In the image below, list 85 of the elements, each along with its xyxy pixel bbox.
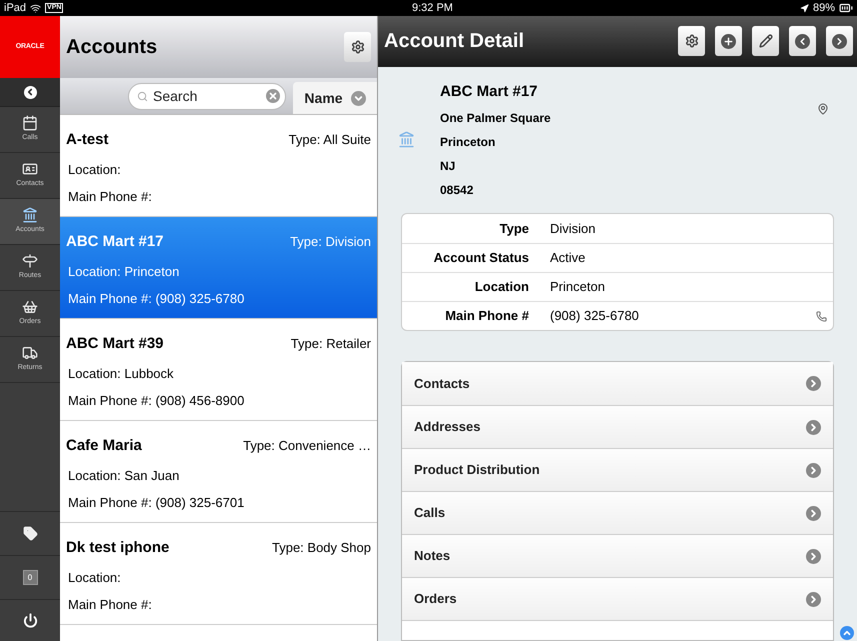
account-phone: Main Phone #: — [67, 188, 153, 206]
account-location: Location: — [67, 568, 122, 586]
wifi-icon — [30, 2, 42, 14]
account-name: Dk test iphone — [66, 538, 170, 558]
chevron-right-icon — [832, 34, 847, 49]
settings-icon — [350, 40, 364, 54]
pencil-icon — [758, 34, 772, 48]
battery-percent: 89% — [812, 0, 835, 16]
chevron-right-icon — [806, 376, 821, 391]
search-icon — [137, 90, 148, 102]
edit-button[interactable] — [752, 26, 779, 56]
account-row[interactable]: ABC Mart #17 Type: Division Location: Princeton Main Phone #: (908) 325-6780 — [60, 217, 377, 319]
account-location: Location: Princeton — [67, 262, 180, 280]
power-icon — [22, 613, 38, 628]
location-icon — [800, 4, 809, 12]
bank-icon — [398, 131, 415, 148]
field-value: Active — [550, 249, 586, 268]
panel-title: Accounts — [66, 35, 158, 60]
account-location: Location: Lubbock — [67, 364, 175, 382]
clock: 9:32 PM — [412, 0, 453, 16]
basket-icon — [22, 299, 38, 316]
address-line: 08542 — [440, 182, 474, 199]
account-location: Location: — [67, 160, 122, 178]
chevron-right-icon — [806, 506, 821, 520]
chevron-right-icon — [806, 592, 821, 606]
map-pin-icon — [817, 102, 829, 114]
detail-title: Account Detail — [384, 29, 524, 54]
account-type: Type: Body Shop — [272, 539, 371, 557]
chevron-right-icon — [806, 420, 821, 434]
back-icon — [24, 86, 36, 98]
chevron-right-icon — [806, 548, 821, 564]
field-label: Location — [474, 278, 529, 296]
search-field[interactable]: Search — [128, 82, 286, 110]
account-type: Type: Division — [290, 233, 371, 251]
settings-button[interactable] — [678, 26, 705, 56]
field-label: Account Status — [432, 249, 529, 268]
plus-icon — [721, 34, 736, 49]
section-link[interactable]: Orders — [402, 577, 833, 620]
previous-button[interactable] — [789, 26, 816, 56]
account-type: Type: All Suite — [288, 131, 371, 149]
chevron-down-icon — [350, 90, 366, 106]
field-value: Division — [550, 220, 597, 238]
counter-badge: 0 — [22, 570, 38, 585]
section-link[interactable]: Calls — [402, 491, 833, 534]
chevron-up-icon — [842, 628, 852, 638]
section-link[interactable]: Addresses — [402, 405, 833, 448]
account-name: A-test — [66, 130, 109, 150]
battery-icon — [839, 1, 853, 15]
chevron-right-icon — [806, 462, 821, 478]
account-type: Type: Retailer — [290, 335, 371, 353]
account-phone: Main Phone #: — [67, 596, 153, 614]
field-value: Princeton — [550, 278, 606, 296]
address-line: NJ — [440, 158, 456, 175]
next-button[interactable] — [826, 26, 853, 56]
device-label: iPad — [4, 0, 26, 16]
signpost-icon — [22, 253, 38, 270]
account-phone: Main Phone #: (908) 325-6701 — [67, 494, 246, 512]
section-link[interactable]: Notes — [402, 534, 833, 577]
add-button[interactable] — [715, 26, 742, 56]
field-value: (908) 325-6780 — [550, 307, 640, 326]
address-line: Princeton — [440, 134, 496, 151]
bank-icon — [22, 207, 38, 224]
field-label: Type — [498, 220, 529, 238]
settings-button[interactable] — [344, 32, 371, 62]
chevron-left-icon — [795, 34, 810, 49]
sort-dropdown[interactable]: Name — [293, 82, 377, 114]
account-phone: Main Phone #: (908) 456-8900 — [67, 392, 246, 410]
account-name: Cafe Maria — [66, 436, 142, 456]
calendar-icon — [22, 115, 38, 132]
collapse-button[interactable] — [0, 78, 60, 107]
contact-card-icon — [22, 161, 38, 178]
account-name: ABC Mart #17 — [66, 232, 164, 252]
account-type: Type: Convenience … — [243, 437, 371, 455]
account-location: Location: San Juan — [67, 466, 180, 484]
account-title: ABC Mart #17 — [440, 82, 539, 102]
scroll-top-button[interactable] — [840, 626, 854, 640]
phone-icon — [816, 310, 827, 322]
address-line: One Palmer Square — [440, 110, 552, 127]
field-label: Main Phone # — [444, 307, 529, 326]
account-phone: Main Phone #: (908) 325-6780 — [67, 290, 246, 308]
section-link[interactable]: Product Distribution — [402, 448, 833, 491]
section-link[interactable]: Contacts — [402, 362, 833, 405]
settings-icon — [684, 34, 698, 48]
account-name: ABC Mart #39 — [66, 334, 164, 354]
tag-icon — [22, 526, 38, 541]
